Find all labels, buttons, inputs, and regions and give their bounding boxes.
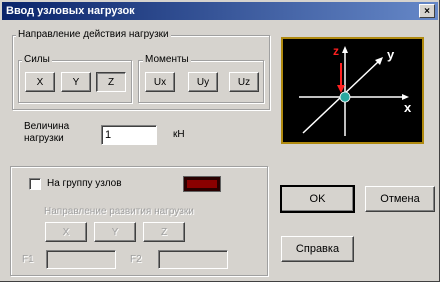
spread-direction-label: Направление развития нагрузки (44, 206, 194, 217)
force-x-button[interactable]: X (25, 72, 55, 92)
direction-group-label: Направление действия нагрузки (16, 29, 171, 40)
spread-left-field[interactable] (46, 250, 116, 269)
force-z-button[interactable]: Z (96, 72, 126, 92)
moment-uy-button[interactable]: Uy (188, 72, 218, 92)
y-axis-label: y (387, 47, 395, 62)
magnitude-label-line1: Величина (24, 121, 70, 132)
color-indicator-swatch (187, 180, 217, 188)
z-axis-label: z (333, 44, 339, 58)
group-nodes-checkbox[interactable] (29, 178, 41, 190)
magnitude-input[interactable] (101, 125, 157, 145)
x-axis-label: x (404, 100, 412, 115)
moment-ux-button[interactable]: Ux (145, 72, 175, 92)
color-indicator (183, 176, 221, 192)
magnitude-unit: кН (173, 129, 185, 140)
force-y-button[interactable]: Y (61, 72, 91, 92)
field-right-prefix: F2 (130, 254, 142, 265)
moment-uz-button[interactable]: Uz (229, 72, 259, 92)
forces-group-label: Силы (22, 54, 52, 65)
moments-group-label: Моменты (143, 54, 191, 65)
field-left-prefix: F1 (22, 254, 34, 265)
help-button[interactable]: Справка (281, 236, 354, 262)
close-icon[interactable]: × (419, 4, 435, 18)
node-marker (339, 91, 351, 103)
ok-button[interactable]: OK (280, 185, 355, 213)
window-title: Ввод узловых нагрузок (6, 5, 135, 17)
magnitude-label-line2: нагрузки (24, 133, 64, 144)
group-nodes-label[interactable]: На группу узлов (47, 178, 122, 189)
spread-right-field[interactable] (158, 250, 228, 269)
cancel-button[interactable]: Отмена (365, 186, 435, 212)
load-direction-preview: x y z (281, 37, 424, 144)
spread-x-button[interactable]: X (45, 222, 87, 242)
spread-y-button[interactable]: Y (94, 222, 136, 242)
title-bar[interactable]: Ввод узловых нагрузок × (2, 2, 438, 20)
axes-diagram: x y z (299, 44, 412, 136)
spread-z-button[interactable]: Z (143, 222, 185, 242)
z-axis-arrowhead (342, 46, 348, 53)
node-loads-dialog: Ввод узловых нагрузок × Направление дейс… (0, 0, 440, 282)
